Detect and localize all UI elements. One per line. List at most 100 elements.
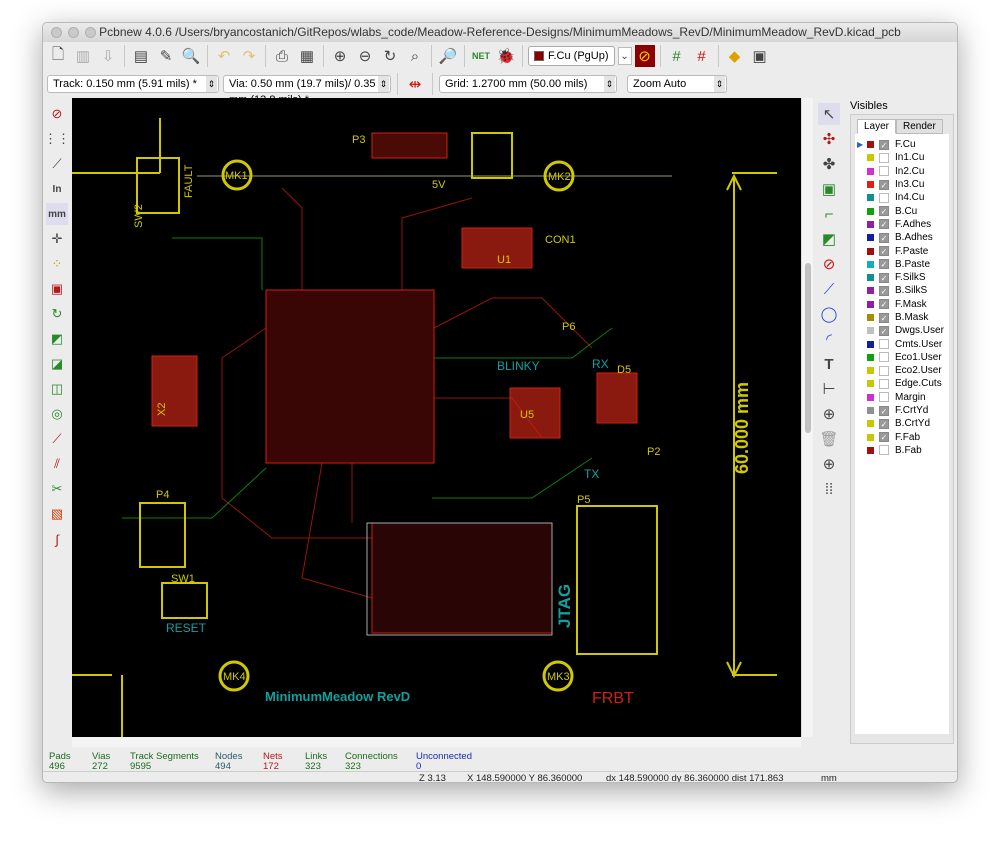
layer-visibility-checkbox[interactable] [879,339,889,350]
layer-name[interactable]: Edge.Cuts [895,378,942,389]
via-sketch-icon[interactable]: ⟋ [46,428,68,450]
layer-visibility-checkbox[interactable]: ✓ [879,405,889,416]
layer-color-swatch[interactable] [867,314,874,321]
layer-name[interactable]: In1.Cu [895,152,924,163]
layer-row[interactable]: In4.Cu [855,191,949,204]
layer-visibility-checkbox[interactable] [879,192,889,203]
save-icon[interactable]: ▥ [72,45,94,67]
inches-icon[interactable]: In [46,178,68,200]
layer-visibility-checkbox[interactable]: ✓ [879,285,889,296]
layer-selector[interactable]: F.Cu (PgUp) [528,46,615,66]
layer-visibility-checkbox[interactable]: ✓ [879,312,889,323]
auto-delete-track-icon[interactable]: ↻ [46,303,68,325]
layer-color-swatch[interactable] [867,327,874,335]
high-contrast-icon[interactable]: ✂ [46,478,68,500]
layer-visibility-checkbox[interactable]: ✓ [879,418,889,429]
layer-visibility-checkbox[interactable] [879,365,889,376]
zone-sketch-icon[interactable]: ◫ [46,378,68,400]
layer-visibility-checkbox[interactable] [879,392,889,403]
add-circle-icon[interactable]: ◯ [818,303,840,325]
add-footprint-icon[interactable]: ▣ [818,178,840,200]
layer-color-swatch[interactable] [867,407,874,415]
module-viewer-icon[interactable]: 🔍 [180,45,202,67]
redo-icon[interactable]: ↷ [238,45,260,67]
layer-row[interactable]: B.Fab [855,444,949,457]
auto-track-width-icon[interactable]: ⇹ [404,73,426,95]
layer-visibility-checkbox[interactable] [879,152,889,163]
layer-row[interactable]: Eco1.User [855,351,949,364]
add-zone-icon[interactable]: ◩ [818,228,840,250]
layer-color-swatch[interactable] [867,380,874,388]
tab-layer[interactable]: Layer [857,119,897,134]
layer-name[interactable]: F.CrtYd [895,405,928,416]
new-board-icon[interactable]: 🗋 [47,45,69,67]
redraw-icon[interactable]: ↻ [379,45,401,67]
autoplace-icon[interactable]: # [666,45,688,67]
layer-row[interactable]: ✓ In3.Cu [855,178,949,191]
layer-row[interactable]: Edge.Cuts [855,377,949,390]
layer-name[interactable]: In4.Cu [895,192,924,203]
delete-icon[interactable]: 🗑 [818,428,840,450]
zoom-in-icon[interactable]: ⊕ [329,45,351,67]
tab-render[interactable]: Render [896,119,943,134]
layer-name[interactable]: B.Fab [895,445,922,456]
layer-name[interactable]: In3.Cu [895,179,924,190]
track-width-select[interactable]: Track: 0.150 mm (5.91 mils) * [47,75,219,93]
keepout-icon[interactable]: ⊘ [818,253,840,275]
close-button[interactable] [51,27,62,38]
drc-off-icon[interactable]: ⊘ [46,103,68,125]
layer-name[interactable]: B.Paste [895,259,930,270]
plot-icon[interactable]: ▦ [296,45,318,67]
layer-row[interactable]: ✓ B.Mask [855,311,949,324]
layer-row[interactable]: ✓ B.Paste [855,258,949,271]
print-icon[interactable]: ⎙ [271,45,293,67]
module-editor-icon[interactable]: ✎ [155,45,177,67]
layer-name[interactable]: B.CrtYd [895,418,930,429]
layer-pair-icon[interactable]: ⊘ [634,45,655,67]
grid-select[interactable]: Grid: 1.2700 mm (50.00 mils) [439,75,617,93]
layer-name[interactable]: F.Paste [895,246,928,257]
layer-color-swatch[interactable] [867,433,874,441]
layer-visibility-checkbox[interactable]: ✓ [879,139,889,150]
layer-row[interactable]: ✓ F.Fab [855,431,949,444]
grid-origin-icon[interactable]: ⁞⁞ [818,478,840,500]
find-icon[interactable]: 🔎 [437,45,459,67]
layer-name[interactable]: Margin [895,392,926,403]
layer-color-swatch[interactable] [867,367,874,375]
layer-color-swatch[interactable] [867,300,874,308]
add-text-icon[interactable]: T [818,353,840,375]
select-arrow-icon[interactable]: ↖ [818,103,840,125]
layer-color-swatch[interactable] [867,194,874,202]
layer-visibility-checkbox[interactable]: ✓ [879,325,889,336]
layer-visibility-checkbox[interactable]: ✓ [879,432,889,443]
layer-visibility-checkbox[interactable]: ✓ [879,299,889,310]
layer-name[interactable]: Eco1.User [895,352,942,363]
mm-icon[interactable]: mm [46,203,68,225]
layer-name[interactable]: F.Mask [895,299,927,310]
layer-name[interactable]: F.SilkS [895,272,926,283]
drc-icon[interactable]: 🐞 [495,45,517,67]
layer-dropdown-icon[interactable]: ⌄ [617,47,632,65]
zoom-select[interactable]: Zoom Auto [627,75,727,93]
layer-visibility-checkbox[interactable] [879,378,889,389]
horizontal-scrollbar[interactable] [72,737,801,747]
zone-fill-icon[interactable]: ◩ [46,328,68,350]
layer-row[interactable]: ✓ Dwgs.User [855,324,949,337]
zoom-fit-icon[interactable]: ⌕ [404,45,426,67]
zoom-out-icon[interactable]: ⊖ [354,45,376,67]
layer-name[interactable]: F.Adhes [895,219,931,230]
layer-color-swatch[interactable] [867,167,874,175]
load-icon[interactable]: ⇩ [97,45,119,67]
netlist-icon[interactable]: NET [470,45,492,67]
layer-row[interactable]: ▶ ✓ F.Cu [855,138,949,151]
add-line-icon[interactable]: ⟋ [818,278,840,300]
undo-icon[interactable]: ↶ [213,45,235,67]
minimize-button[interactable] [68,27,79,38]
add-arc-icon[interactable]: ◜ [818,328,840,350]
local-ratsnest-icon[interactable]: ✤ [818,153,840,175]
layer-visibility-checkbox[interactable]: ✓ [879,272,889,283]
layer-row[interactable]: ✓ F.Adhes [855,218,949,231]
layer-color-swatch[interactable] [867,260,874,268]
ratsnest-icon[interactable]: ⁘ [46,253,68,275]
layer-visibility-checkbox[interactable]: ✓ [879,206,889,217]
